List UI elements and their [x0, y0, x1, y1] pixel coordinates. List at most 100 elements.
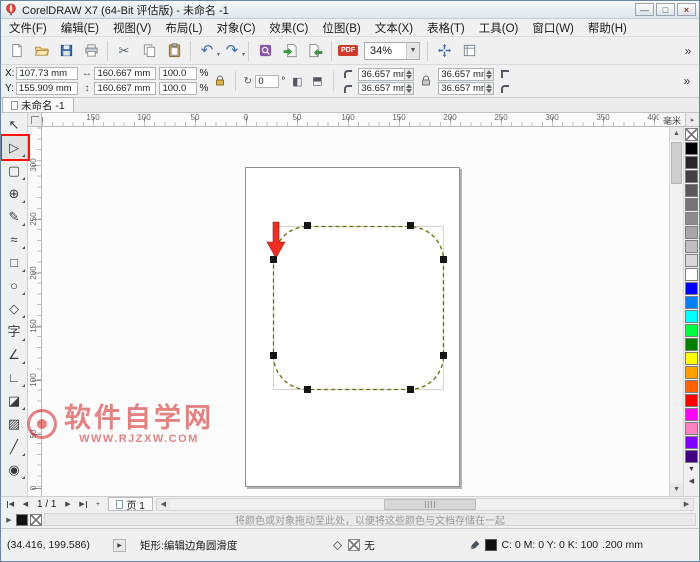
horizontal-scrollbar[interactable]: ◀ ▶ [155, 497, 694, 511]
scroll-left-arrow[interactable]: ◀ [156, 498, 170, 510]
cut-button[interactable]: ✂ [112, 39, 136, 63]
chamfered-corner-button[interactable] [497, 67, 512, 80]
page[interactable] [245, 167, 460, 487]
first-page-button[interactable]: ◀ [3, 498, 18, 511]
menu-item[interactable]: 工具(O) [472, 19, 526, 37]
object-width-field[interactable]: 160.667 mm [94, 67, 157, 80]
ellipse-tool[interactable]: ○ [2, 274, 27, 297]
y-position-field[interactable]: 155.909 mm [15, 82, 78, 95]
page-tab[interactable]: 页 1 [108, 497, 153, 512]
scroll-up-arrow[interactable]: ▲ [670, 127, 683, 140]
color-swatch[interactable] [685, 450, 698, 463]
color-swatch[interactable] [685, 408, 698, 421]
export-button[interactable] [303, 39, 327, 63]
corner-radius-top-right-field[interactable]: 36.657 mm [438, 67, 486, 81]
menu-item[interactable]: 帮助(H) [581, 19, 634, 37]
menu-item[interactable]: 表格(T) [420, 19, 472, 37]
spinner-control[interactable] [485, 81, 495, 95]
menu-item[interactable]: 文本(X) [368, 19, 420, 37]
freehand-tool[interactable]: ✎ [2, 205, 27, 228]
paste-button[interactable] [162, 39, 186, 63]
document-tab[interactable]: 未命名 -1 [2, 97, 74, 112]
search-content-button[interactable] [253, 39, 277, 63]
color-swatch[interactable] [685, 142, 698, 155]
interactive-fill-tool[interactable]: ◉ [2, 458, 27, 481]
menu-item[interactable]: 视图(V) [106, 19, 158, 37]
crop-tool[interactable]: ▢ [2, 159, 27, 182]
palette-scroll-down-button[interactable]: ▼ [685, 463, 698, 475]
node-handle[interactable] [304, 386, 311, 393]
transparency-tool[interactable]: ▨ [2, 412, 27, 435]
propbar-overflow-button[interactable]: » [679, 74, 695, 88]
x-position-field[interactable]: 107.73 mm [16, 67, 79, 80]
node-handle[interactable] [270, 256, 277, 263]
horizontal-scroll-track[interactable] [170, 498, 680, 510]
import-button[interactable] [278, 39, 302, 63]
document-palette-color-black[interactable] [16, 513, 28, 526]
scroll-down-arrow[interactable]: ▼ [670, 483, 683, 496]
document-palette-flyout-button[interactable]: ▶ [4, 516, 14, 524]
round-corner-button[interactable] [340, 67, 355, 80]
color-swatch[interactable] [685, 254, 698, 267]
shape-tool[interactable]: ▷ [1, 134, 30, 161]
node-handle[interactable] [440, 256, 447, 263]
minimize-button[interactable]: — [635, 3, 654, 16]
drop-shadow-tool[interactable]: ◪ [2, 389, 27, 412]
vertical-scroll-thumb[interactable] [671, 142, 682, 184]
color-swatch[interactable] [685, 156, 698, 169]
redo-button[interactable]: ↷ ▾ [220, 39, 245, 63]
new-document-button[interactable] [4, 39, 28, 63]
status-expand-button[interactable]: ▶ [113, 538, 126, 552]
print-button[interactable] [79, 39, 103, 63]
fullscreen-preview-button[interactable] [432, 39, 456, 63]
color-eyedropper-tool[interactable]: ╱ [2, 435, 27, 458]
next-page-button[interactable]: ▶ [60, 498, 75, 511]
mirror-vertical-button[interactable]: ◧ [309, 72, 327, 90]
menu-item[interactable]: 位图(B) [315, 19, 367, 37]
color-swatch[interactable] [685, 170, 698, 183]
object-height-field[interactable]: 160.667 mm [94, 82, 157, 95]
pick-tool[interactable]: ↖ [2, 113, 27, 136]
menu-item[interactable]: 编辑(E) [54, 19, 106, 37]
parallel-dimension-tool[interactable]: ∠ [2, 343, 27, 366]
add-page-button[interactable]: + [90, 498, 105, 511]
mirror-horizontal-button[interactable]: ◧ [288, 72, 306, 90]
menu-item[interactable]: 效果(C) [262, 19, 315, 37]
menu-item[interactable]: 对象(C) [209, 19, 262, 37]
undo-button[interactable]: ↶ ▾ [195, 39, 220, 63]
vertical-ruler[interactable]: 300 250 200 150 100 50 0 [28, 127, 42, 496]
color-swatch[interactable] [685, 268, 698, 281]
color-swatch[interactable] [685, 394, 698, 407]
rotation-angle-field[interactable]: 0 [255, 74, 280, 88]
scale-v-field[interactable]: 100.0 [159, 82, 198, 95]
connector-tool[interactable]: ∟ [2, 366, 27, 389]
artistic-media-tool[interactable]: ≈ [2, 228, 27, 251]
edit-corners-together-button[interactable] [417, 72, 435, 90]
menu-item[interactable]: 窗口(W) [525, 19, 581, 37]
node-handle[interactable] [407, 222, 414, 229]
color-swatch[interactable] [685, 352, 698, 365]
scalloped-corner-button[interactable] [340, 82, 355, 95]
menu-item[interactable]: 文件(F) [2, 19, 54, 37]
color-swatch[interactable] [685, 240, 698, 253]
horizontal-scroll-thumb[interactable] [384, 498, 477, 510]
polygon-tool[interactable]: ◇ [2, 297, 27, 320]
corner-radius-bottom-left-field[interactable]: 36.657 mm [358, 81, 406, 95]
color-swatch[interactable] [685, 184, 698, 197]
node-handle[interactable] [304, 222, 311, 229]
previous-page-button[interactable]: ◀ [18, 498, 33, 511]
color-swatch[interactable] [685, 310, 698, 323]
color-swatch[interactable] [685, 366, 698, 379]
node-handle[interactable] [440, 352, 447, 359]
scale-h-field[interactable]: 100.0 [159, 67, 198, 80]
color-swatch[interactable] [685, 226, 698, 239]
relative-corner-scaling-button[interactable] [497, 82, 512, 95]
ruler-options-button[interactable]: ▸ [685, 113, 699, 126]
lock-ratio-button[interactable] [211, 72, 229, 90]
document-palette-no-color[interactable] [30, 513, 42, 526]
menu-item[interactable]: 布局(L) [158, 19, 209, 37]
palette-flyout-button[interactable]: ◀ [685, 475, 698, 487]
rectangle-tool[interactable]: □ [2, 251, 27, 274]
node-handle[interactable] [270, 352, 277, 359]
scroll-right-arrow[interactable]: ▶ [680, 498, 693, 510]
